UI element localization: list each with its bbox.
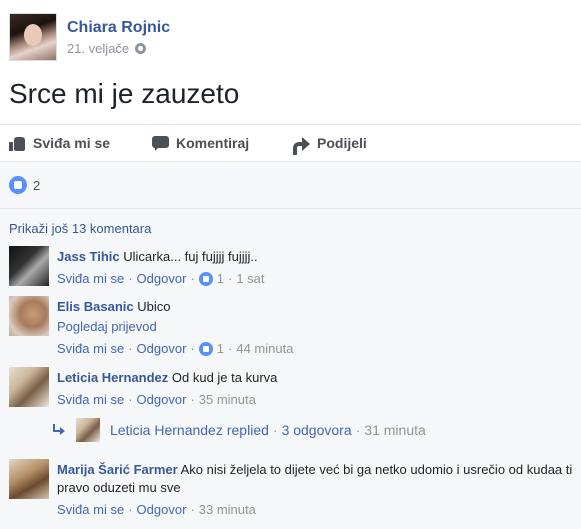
- comment-button-label: Komentiraj: [176, 135, 250, 151]
- comment-reply-link[interactable]: Odgovor: [137, 340, 187, 358]
- commenter-name[interactable]: Leticia Hernandez: [57, 370, 168, 385]
- comment-actions: Sviđa mi se · Odgovor · 35 minuta: [57, 391, 277, 409]
- comment-like-link[interactable]: Sviđa mi se: [57, 270, 124, 288]
- reply-time[interactable]: 31 minuta: [364, 422, 425, 438]
- see-translation-link[interactable]: Pogledaj prijevod: [57, 318, 293, 336]
- author-avatar[interactable]: [9, 13, 57, 61]
- comment-button[interactable]: Komentiraj: [152, 135, 293, 151]
- comment-item: Marija Šarić Farmer Ako nisi željela to …: [9, 459, 574, 519]
- comment-actions: Sviđa mi se · Odgovor · 33 minuta: [57, 501, 574, 519]
- post-text: Srce mi je zauzeto: [9, 78, 240, 109]
- reply-arrow-icon: [52, 424, 66, 436]
- comment-actions: Sviđa mi se · Odgovor · 1 · 1 sat: [57, 270, 265, 288]
- comment-reply-link[interactable]: Odgovor: [137, 391, 187, 409]
- comment-time[interactable]: 1 sat: [236, 270, 264, 288]
- comment-body: Jass Tihic Ulicarka... fuj fujjjj fujjjj…: [57, 246, 265, 288]
- separator-dot: ·: [128, 271, 133, 286]
- divider: [0, 161, 581, 162]
- post-meta: 21. veljače: [67, 41, 170, 56]
- comment-text: Od kud je ta kurva: [171, 370, 278, 385]
- separator-dot: ·: [128, 502, 133, 517]
- commenter-avatar[interactable]: [9, 296, 49, 336]
- separator-dot: ·: [128, 341, 133, 356]
- comment-like-link[interactable]: Sviđa mi se: [57, 340, 124, 358]
- comment-body: Marija Šarić Farmer Ako nisi željela to …: [57, 459, 574, 519]
- post-date[interactable]: 21. veljače: [67, 41, 129, 56]
- action-bar: Sviđa mi se Komentiraj Podijeli: [9, 133, 367, 155]
- reply-author-avatar: [76, 418, 100, 442]
- post-header-text: Chiara Rojnic 21. veljače: [67, 13, 170, 63]
- separator-dot: ·: [190, 271, 195, 286]
- separator-dot: ·: [228, 271, 233, 286]
- comment-time[interactable]: 35 minuta: [199, 391, 256, 409]
- commenter-avatar[interactable]: [9, 246, 49, 286]
- commenter-name[interactable]: Elis Basanic: [57, 299, 134, 314]
- post-header: Chiara Rojnic 21. veljače: [9, 13, 170, 63]
- thumbs-up-icon: [9, 136, 26, 151]
- like-reaction-icon: [198, 272, 213, 286]
- share-button-label: Podijeli: [317, 135, 367, 151]
- comment-text: Ulicarka... fuj fujjjj fujjjj..: [123, 249, 258, 264]
- comment-actions: Sviđa mi se · Odgovor · 1 · 44 minuta: [57, 340, 293, 358]
- like-reaction-icon: [198, 342, 213, 356]
- reply-action-text[interactable]: replied: [227, 422, 269, 438]
- share-icon: [293, 136, 310, 155]
- globe-icon: [135, 43, 147, 54]
- separator-dot: ·: [355, 422, 361, 438]
- view-more-comments-link[interactable]: Prikaži još 13 komentara: [9, 221, 151, 236]
- commenter-avatar[interactable]: [9, 459, 49, 499]
- author-name[interactable]: Chiara Rojnic: [67, 19, 170, 37]
- separator-dot: ·: [190, 341, 195, 356]
- reply-count[interactable]: 3 odgovora: [282, 422, 352, 438]
- comment-like-link[interactable]: Sviđa mi se: [57, 391, 124, 409]
- comment-body: Elis Basanic Ubico Pogledaj prijevod Svi…: [57, 296, 293, 358]
- separator-dot: ·: [128, 392, 133, 407]
- comment-reply-link[interactable]: Odgovor: [137, 501, 187, 519]
- comment-body: Leticia Hernandez Od kud je ta kurva Svi…: [57, 367, 277, 409]
- divider: [0, 124, 581, 125]
- share-button[interactable]: Podijeli: [293, 135, 367, 155]
- commenter-avatar[interactable]: [9, 367, 49, 407]
- reply-author-name[interactable]: Leticia Hernandez: [110, 422, 223, 438]
- comment-icon: [152, 135, 169, 151]
- likes-summary[interactable]: 2: [9, 176, 40, 194]
- comment-time[interactable]: 33 minuta: [199, 501, 256, 519]
- divider: [0, 208, 581, 209]
- like-reaction-icon: [9, 176, 27, 194]
- like-button-label: Sviđa mi se: [33, 135, 111, 151]
- likes-count: 2: [33, 177, 41, 193]
- view-replies-link[interactable]: Leticia Hernandez replied · 3 odgovora ·…: [52, 418, 426, 442]
- comment-like-link[interactable]: Sviđa mi se: [57, 501, 124, 519]
- comment-item: Elis Basanic Ubico Pogledaj prijevod Svi…: [9, 296, 574, 358]
- commenter-name[interactable]: Jass Tihic: [57, 249, 120, 264]
- post-card: Chiara Rojnic 21. veljače Srce mi je zau…: [0, 0, 581, 529]
- separator-dot: ·: [272, 422, 278, 438]
- separator-dot: ·: [190, 392, 195, 407]
- separator-dot: ·: [190, 502, 195, 517]
- comment-time[interactable]: 44 minuta: [236, 340, 293, 358]
- commenter-name[interactable]: Marija Šarić Farmer: [57, 462, 178, 477]
- comment-likes-count[interactable]: 1: [217, 270, 224, 288]
- comment-item: Jass Tihic Ulicarka... fuj fujjjj fujjjj…: [9, 246, 574, 288]
- comment-text: Ubico: [137, 299, 171, 314]
- comment-reply-link[interactable]: Odgovor: [137, 270, 187, 288]
- like-button[interactable]: Sviđa mi se: [9, 135, 152, 151]
- comment-item: Leticia Hernandez Od kud je ta kurva Svi…: [9, 367, 574, 409]
- separator-dot: ·: [228, 341, 233, 356]
- comment-likes-count[interactable]: 1: [217, 340, 224, 358]
